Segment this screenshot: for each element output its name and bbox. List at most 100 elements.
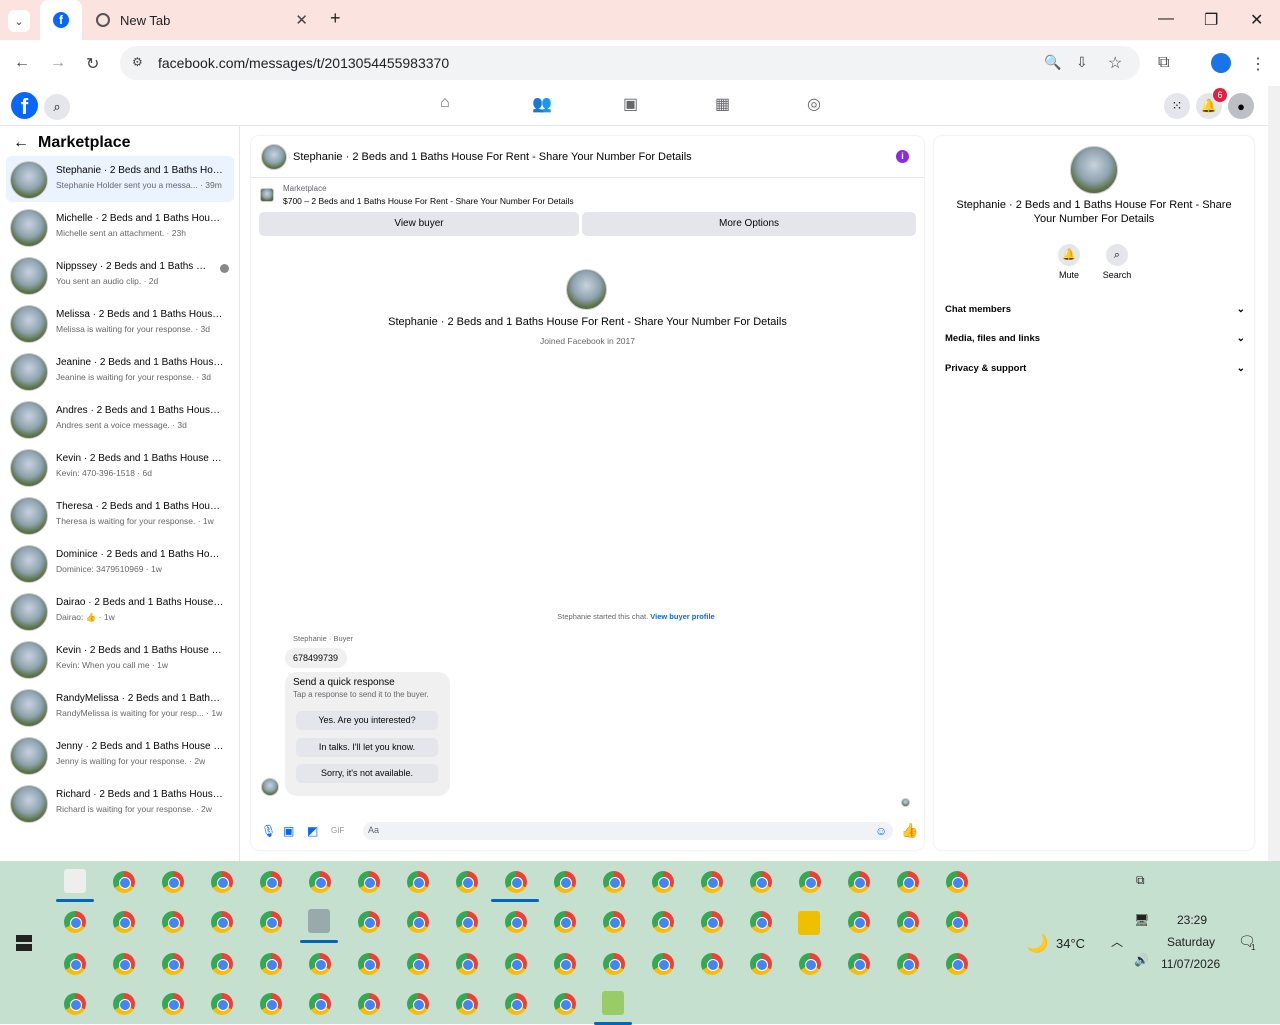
chrome-taskbar-icon[interactable]: [162, 911, 184, 933]
microphone-icon[interactable]: 🎙: [261, 824, 276, 838]
chrome-taskbar-icon[interactable]: [64, 911, 86, 933]
volume-icon[interactable]: 🔊: [1134, 953, 1149, 967]
chrome-taskbar-icon[interactable]: [505, 911, 527, 933]
chrome-taskbar-icon[interactable]: [701, 911, 723, 933]
chrome-taskbar-icon[interactable]: [946, 871, 968, 893]
chrome-taskbar-icon[interactable]: [358, 871, 380, 893]
chrome-taskbar-icon[interactable]: [554, 953, 576, 975]
chrome-taskbar-icon[interactable]: [456, 953, 478, 975]
close-window-icon[interactable]: ✕: [1250, 10, 1263, 30]
conversation-item[interactable]: Andres · 2 Beds and 1 Baths House For Re…: [6, 396, 234, 442]
home-icon[interactable]: ⌂: [440, 94, 450, 112]
chrome-taskbar-icon[interactable]: [799, 871, 821, 893]
gaming-icon[interactable]: ◎: [807, 94, 821, 114]
reload-icon[interactable]: ↻: [86, 54, 99, 74]
tab-search-chevron-icon[interactable]: ⌄: [8, 10, 30, 32]
site-info-icon[interactable]: ⚙: [132, 55, 143, 69]
search-conversation-button[interactable]: ⌕ Search: [1087, 244, 1147, 280]
chrome-taskbar-icon[interactable]: [603, 953, 625, 975]
quick-response-button[interactable]: In talks. I'll let you know.: [296, 738, 438, 757]
new-tab-plus-icon[interactable]: +: [330, 8, 341, 29]
windows-start-icon[interactable]: [16, 935, 32, 951]
chrome-taskbar-icon[interactable]: [407, 911, 429, 933]
facebook-logo-icon[interactable]: f: [11, 92, 38, 119]
watch-icon[interactable]: ▣: [623, 94, 638, 114]
marketplace-icon[interactable]: ▦: [715, 94, 730, 114]
chrome-taskbar-icon[interactable]: [64, 953, 86, 975]
chrome-taskbar-icon[interactable]: [113, 993, 135, 1015]
tab-new-tab[interactable]: New Tab ✕: [92, 0, 318, 40]
fb-search-icon[interactable]: ⌕: [44, 94, 70, 120]
sticker-icon[interactable]: ◩: [307, 824, 318, 838]
conversation-item[interactable]: Michelle · 2 Beds and 1 Baths House For …: [6, 204, 234, 250]
conversation-item[interactable]: Dominice · 2 Beds and 1 Baths House For …: [6, 540, 234, 586]
like-thumb-icon[interactable]: 👍: [901, 822, 918, 839]
chrome-taskbar-icon[interactable]: [211, 911, 233, 933]
conversation-item[interactable]: Kevin · 2 Beds and 1 Baths House For Ren…: [6, 444, 234, 490]
chrome-taskbar-icon[interactable]: [309, 993, 331, 1015]
chrome-taskbar-icon[interactable]: [162, 993, 184, 1015]
clock-date[interactable]: 11/07/2026: [1161, 957, 1220, 971]
forward-icon[interactable]: →: [50, 54, 66, 72]
chrome-taskbar-icon[interactable]: [750, 953, 772, 975]
chrome-taskbar-icon[interactable]: [848, 953, 870, 975]
chrome-taskbar-icon[interactable]: [162, 953, 184, 975]
back-icon[interactable]: ←: [14, 54, 30, 72]
chrome-taskbar-icon[interactable]: [358, 993, 380, 1015]
message-input[interactable]: Aa ☺: [363, 822, 893, 840]
chrome-taskbar-icon[interactable]: [897, 911, 919, 933]
chat-title[interactable]: Stephanie · 2 Beds and 1 Baths House For…: [293, 151, 692, 163]
chrome-taskbar-icon[interactable]: [456, 871, 478, 893]
more-options-button[interactable]: More Options: [582, 212, 916, 236]
photo-icon[interactable]: ▣: [283, 824, 294, 838]
chrome-taskbar-icon[interactable]: [554, 871, 576, 893]
chrome-taskbar-icon[interactable]: [309, 953, 331, 975]
view-buyer-profile-link[interactable]: View buyer profile: [650, 612, 714, 621]
conversation-item[interactable]: Dairao · 2 Beds and 1 Baths House For Re…: [6, 588, 234, 634]
chrome-taskbar-icon[interactable]: [113, 911, 135, 933]
task-view-icon[interactable]: ⧉: [1136, 873, 1145, 888]
install-app-icon[interactable]: ⇩: [1076, 54, 1088, 71]
chrome-taskbar-icon[interactable]: [456, 911, 478, 933]
quick-response-button[interactable]: Sorry, it's not available.: [296, 764, 438, 783]
profile-icon[interactable]: [1211, 53, 1231, 73]
info-icon[interactable]: i: [896, 150, 909, 163]
conversation-item[interactable]: Melissa · 2 Beds and 1 Baths House For R…: [6, 300, 234, 346]
conversation-item[interactable]: Nippssey · 2 Beds and 1 Baths House For …: [6, 252, 234, 298]
conversation-item[interactable]: Stephanie · 2 Beds and 1 Baths House For…: [6, 156, 234, 202]
profile-avatar[interactable]: [566, 269, 607, 310]
chrome-taskbar-icon[interactable]: [64, 993, 86, 1015]
gif-icon[interactable]: GIF: [331, 826, 344, 835]
chrome-taskbar-icon[interactable]: [750, 911, 772, 933]
conversation-item[interactable]: Kevin · 2 Beds and 1 Baths House For Ren…: [6, 636, 234, 682]
chrome-taskbar-icon[interactable]: [701, 953, 723, 975]
tray-overflow-chevron-icon[interactable]: ︿: [1111, 933, 1123, 950]
bookmark-star-icon[interactable]: ☆: [1108, 53, 1122, 73]
chrome-taskbar-icon[interactable]: [505, 993, 527, 1015]
conversation-item[interactable]: Theresa · 2 Beds and 1 Baths House For R…: [6, 492, 234, 538]
chat-avatar[interactable]: [261, 144, 287, 170]
conversation-item[interactable]: Richard · 2 Beds and 1 Baths House For R…: [6, 780, 234, 826]
chrome-taskbar-icon[interactable]: [554, 911, 576, 933]
friends-icon[interactable]: 👥: [532, 94, 552, 114]
chrome-taskbar-icon[interactable]: [652, 911, 674, 933]
chrome-taskbar-icon[interactable]: [309, 871, 331, 893]
menu-grid-icon[interactable]: ⁙: [1164, 93, 1190, 119]
chrome-taskbar-icon[interactable]: [897, 871, 919, 893]
chrome-taskbar-icon[interactable]: [897, 953, 919, 975]
clock-time[interactable]: 23:29: [1177, 913, 1207, 927]
chrome-taskbar-icon[interactable]: [407, 871, 429, 893]
weather-moon-icon[interactable]: 🌙: [1026, 933, 1048, 954]
page-scrollbar[interactable]: [1268, 86, 1280, 861]
chrome-taskbar-icon[interactable]: [652, 953, 674, 975]
chrome-taskbar-icon[interactable]: [162, 871, 184, 893]
chrome-taskbar-icon[interactable]: [946, 953, 968, 975]
view-buyer-button[interactable]: View buyer: [259, 212, 579, 236]
privacy-support-section[interactable]: Privacy & support ⌄: [945, 363, 1245, 374]
chrome-taskbar-icon[interactable]: [260, 871, 282, 893]
chrome-taskbar-icon[interactable]: [113, 871, 135, 893]
conversation-item[interactable]: Jeanine · 2 Beds and 1 Baths House For R…: [6, 348, 234, 394]
chrome-taskbar-icon[interactable]: [113, 953, 135, 975]
clock-day[interactable]: Saturday: [1167, 935, 1215, 949]
chrome-taskbar-icon[interactable]: [260, 953, 282, 975]
